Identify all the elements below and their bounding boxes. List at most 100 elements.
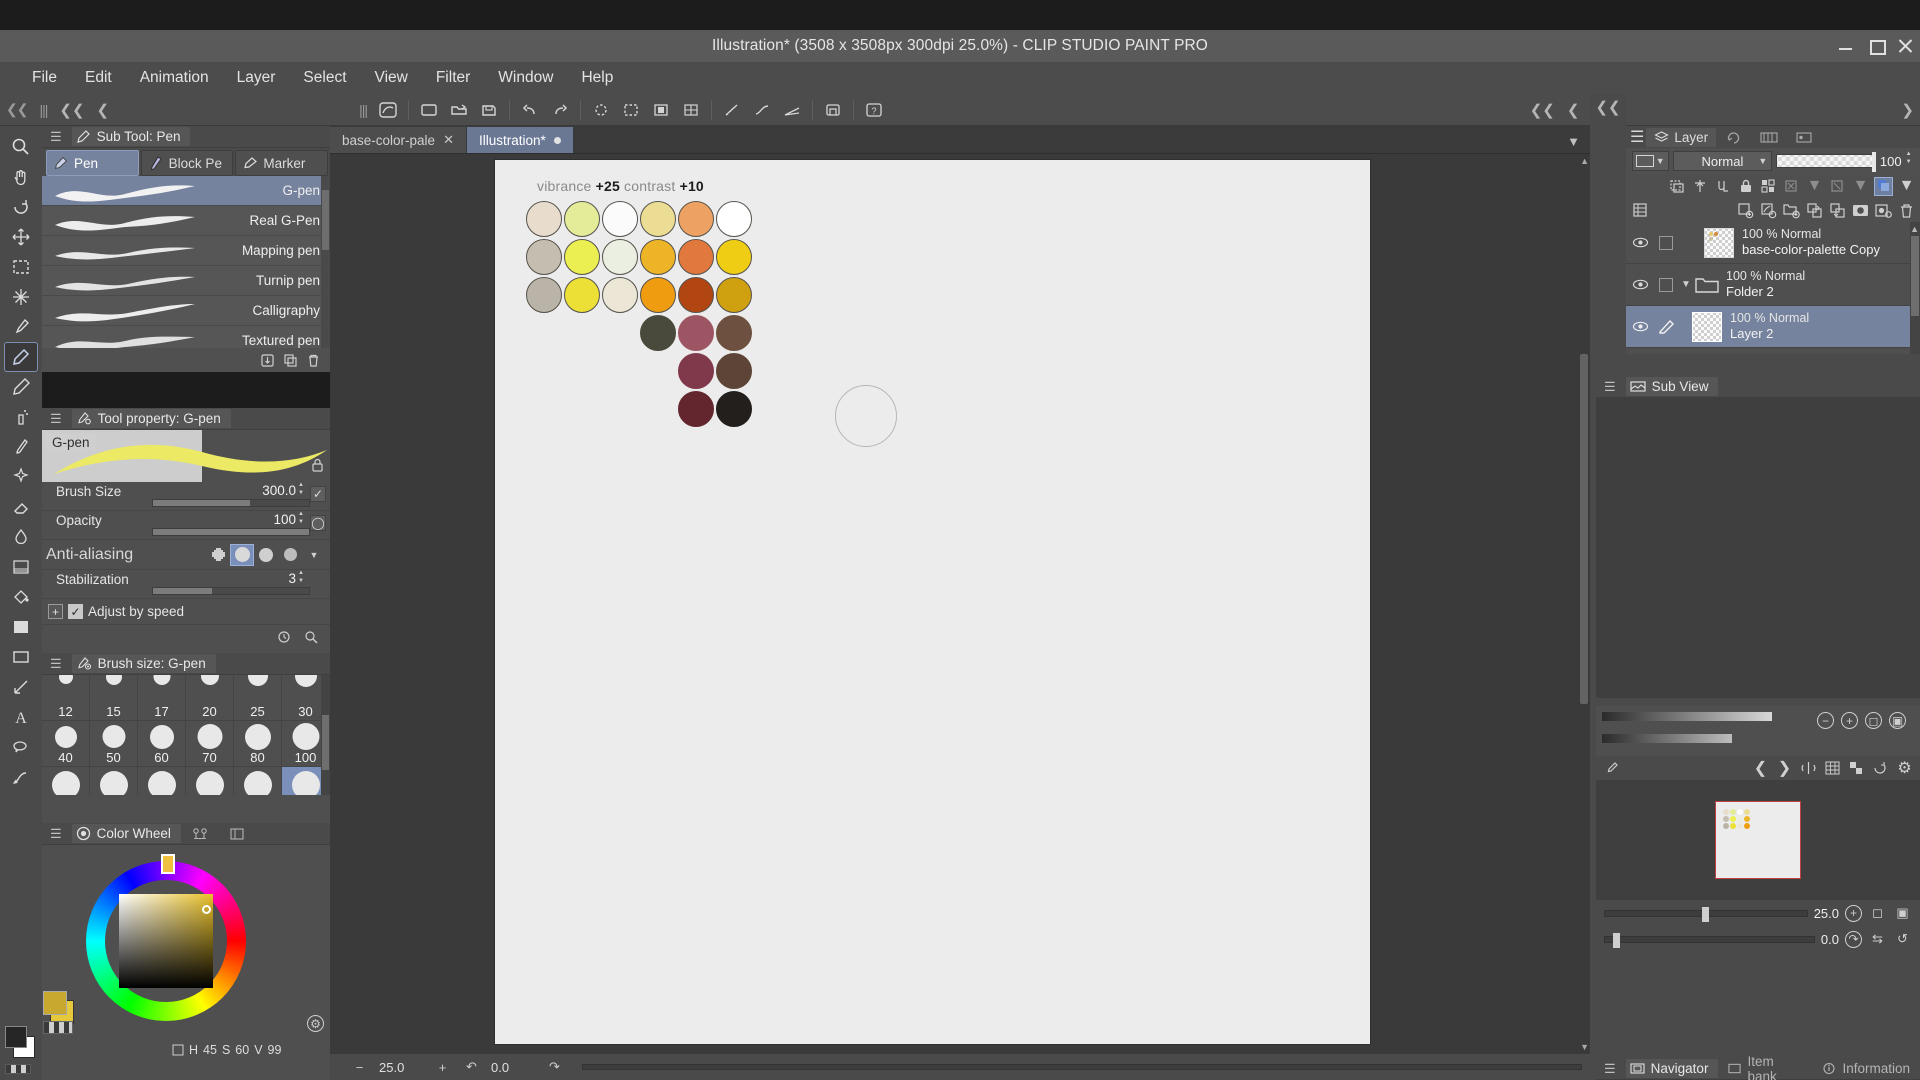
new-vector-layer-icon[interactable] — [1759, 201, 1778, 220]
zoom-in-icon[interactable]: + — [433, 1058, 452, 1077]
brush-size-cell[interactable]: 12 — [42, 675, 90, 721]
layer-lock-slot[interactable] — [1654, 236, 1678, 250]
color-swatch[interactable] — [678, 353, 714, 389]
apply-mask-to-layer-icon[interactable] — [1874, 201, 1893, 220]
deselect-button[interactable] — [587, 97, 615, 123]
color-wheel-tab[interactable]: Color Wheel — [72, 824, 181, 843]
menu-file[interactable]: File — [18, 65, 71, 91]
tool-auto-select[interactable] — [4, 282, 38, 312]
brush-size-slider[interactable] — [152, 499, 310, 507]
lock-transparent-pixels-icon[interactable] — [1759, 177, 1778, 196]
tool-hand[interactable] — [4, 162, 38, 192]
command-bar-grip[interactable]: ❮❮ — [0, 101, 33, 118]
reset-tool-icon[interactable] — [274, 628, 293, 647]
new-raster-layer-icon[interactable] — [1736, 201, 1755, 220]
menu-filter[interactable]: Filter — [422, 65, 484, 91]
transparent-chip[interactable] — [43, 1021, 73, 1034]
color-swatch[interactable] — [526, 277, 562, 313]
chevron-down-icon[interactable]: ▼ — [1758, 156, 1767, 166]
tool-marquee[interactable] — [4, 252, 38, 282]
layer-panel-menu-icon[interactable]: ☰ — [1630, 127, 1644, 147]
layer-row-layer-2[interactable]: 100 % Normal Layer 2 — [1626, 306, 1920, 348]
grid-toggle-icon[interactable] — [1823, 759, 1842, 778]
folder-expand-icon[interactable]: ▼ — [1678, 279, 1694, 290]
menu-edit[interactable]: Edit — [71, 65, 126, 91]
opacity-pressure-toggle[interactable]: ◯ — [310, 515, 326, 531]
adjust-by-speed-row[interactable]: + ✓ Adjust by speed — [42, 599, 330, 625]
anti-aliasing-none[interactable] — [206, 544, 230, 566]
fit-to-screen-icon[interactable]: ◻ — [1865, 712, 1882, 729]
tool-eyedropper[interactable] — [4, 312, 38, 342]
show-transparent-icon[interactable] — [1847, 759, 1866, 778]
sub-tool-tab-pen[interactable]: Pen — [46, 150, 139, 176]
flip-icon[interactable]: ⇆ — [1868, 930, 1887, 949]
chevron-left-icon[interactable]: ❮❮ — [53, 101, 90, 119]
layer-thumbnail[interactable] — [1704, 228, 1734, 258]
command-bar-right-chevron2[interactable]: ❮ — [1561, 101, 1586, 119]
chevron-down-icon[interactable]: ▼ — [1851, 177, 1870, 196]
layer-mask-enable-icon[interactable] — [1782, 177, 1801, 196]
brush-size-cell[interactable]: 170 — [138, 767, 186, 795]
color-swatch[interactable] — [640, 315, 676, 351]
right-chevron-icon[interactable]: ❮❮ — [1589, 98, 1626, 116]
clip-studio-button[interactable] — [374, 97, 402, 123]
layer-scroll-thumb[interactable] — [1911, 236, 1919, 316]
layer-mask-apply-icon[interactable] — [1828, 177, 1847, 196]
color-set-tab[interactable] — [187, 825, 219, 843]
tool-fill[interactable] — [4, 582, 38, 612]
adjust-by-speed-checkbox[interactable]: ✓ — [68, 604, 83, 619]
layer-thumbnail[interactable] — [1692, 312, 1722, 342]
zoom-in-icon[interactable]: + — [1841, 712, 1858, 729]
brush-size-cell[interactable]: 40 — [42, 721, 90, 767]
color-swatch[interactable] — [716, 353, 752, 389]
actual-size-icon[interactable]: ▣ — [1893, 904, 1912, 923]
tool-correct-line[interactable] — [4, 762, 38, 792]
tool-property-tab[interactable]: Tool property: G-pen — [72, 409, 231, 428]
tool-magnifier[interactable] — [4, 132, 38, 162]
tool-eraser[interactable] — [4, 492, 38, 522]
sub-tool-item-g-pen[interactable]: G-pen — [42, 176, 330, 206]
open-file-button[interactable] — [445, 97, 473, 123]
zoom-in-icon[interactable]: + — [1845, 905, 1862, 922]
color-swatch[interactable] — [526, 201, 562, 237]
import-sub-tool-icon[interactable] — [258, 351, 276, 369]
set-as-draft-layer-icon[interactable] — [1713, 177, 1732, 196]
sub-tool-tab-block-pencil[interactable]: Block Pe — [141, 150, 234, 176]
color-chips[interactable] — [3, 1022, 39, 1068]
navigator-thumbnail[interactable] — [1715, 801, 1801, 879]
sub-tool-item-calligraphy[interactable]: Calligraphy — [42, 296, 330, 326]
tab-history[interactable] — [1718, 129, 1750, 146]
cmdbar-overflow-icon[interactable]: ❯ — [1895, 101, 1920, 119]
sub-view-body[interactable] — [1596, 398, 1920, 698]
save-button[interactable] — [475, 97, 503, 123]
color-swatch[interactable] — [716, 277, 752, 313]
canvas-vertical-scrollbar[interactable]: ▲ ▼ — [1578, 154, 1590, 1054]
scroll-up-icon[interactable]: ▲ — [1580, 156, 1589, 166]
layer-opacity-slider[interactable] — [1776, 154, 1876, 168]
tab-overflow-icon[interactable]: ▼ — [1567, 134, 1590, 153]
tool-ruler[interactable] — [4, 672, 38, 702]
sub-tool-item-textured-pen[interactable]: Textured pen — [42, 326, 330, 348]
color-swatch[interactable] — [640, 277, 676, 313]
anti-aliasing-dropdown[interactable]: ▼ — [302, 544, 326, 566]
layer-lock-slot[interactable] — [1654, 278, 1678, 292]
perspective-ruler-button[interactable] — [778, 97, 806, 123]
opacity-row[interactable]: Opacity 100 ◯ — [42, 511, 330, 540]
stabilization-stepper[interactable] — [298, 572, 308, 588]
navigator-zoom-slider[interactable] — [1604, 910, 1808, 917]
tool-decoration[interactable] — [4, 462, 38, 492]
scroll-up-icon[interactable]: ▲ — [1910, 224, 1919, 234]
tab-layer-property[interactable] — [1788, 129, 1820, 146]
brush-size-scrollbar[interactable] — [321, 675, 330, 795]
layer-color-toggle-icon[interactable] — [1874, 177, 1893, 196]
foreground-color-chip[interactable] — [5, 1026, 27, 1048]
ruler-button[interactable] — [718, 97, 746, 123]
document-tab-base-color-palette[interactable]: base-color-pale ✕ — [330, 127, 466, 153]
sub-tool-tab[interactable]: Sub Tool: Pen — [72, 127, 191, 146]
sub-view-menu-icon[interactable]: ☰ — [1600, 379, 1620, 395]
canvas-paper[interactable]: vibrance +25 contrast +10 — [495, 160, 1370, 1044]
brush-size-tab[interactable]: Brush size: G-pen — [72, 654, 216, 673]
invert-selection-button[interactable] — [647, 97, 675, 123]
maximize-button[interactable] — [1868, 38, 1884, 54]
chevron-down-icon[interactable]: ▼ — [1656, 156, 1665, 166]
